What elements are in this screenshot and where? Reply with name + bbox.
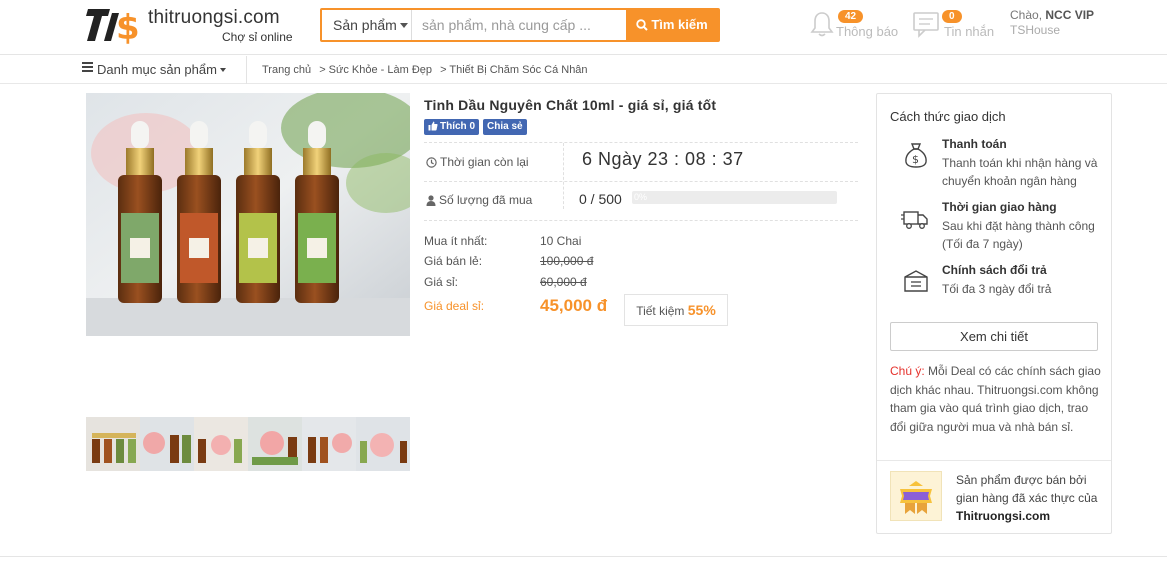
social-buttons: Thích 0 Chia sẻ — [424, 119, 527, 135]
facebook-like-button[interactable]: Thích 0 — [424, 119, 480, 135]
policy-description: Tối đa 3 ngày đổi trả — [942, 282, 1052, 296]
sold-quantity-label: Số lượng đã mua — [426, 193, 532, 207]
category-menu-label: Danh mục sản phẩm — [97, 62, 217, 77]
product-thumbnail[interactable] — [140, 417, 194, 471]
messages-label: Tin nhắn — [944, 24, 995, 39]
min-order-label: Mua ít nhất: — [424, 234, 488, 248]
retail-price-label: Giá bán lẻ: — [424, 254, 483, 268]
wholesale-price-value: 60,000 đ — [540, 275, 587, 289]
user-shop-name: TSHouse — [1010, 23, 1061, 37]
product-thumbnail[interactable] — [356, 417, 410, 471]
facebook-like-label: Thích 0 — [440, 121, 476, 132]
hamburger-icon — [82, 60, 93, 74]
divider — [877, 460, 1111, 461]
product-thumbnail[interactable] — [248, 417, 302, 471]
verified-seller-text: Sản phẩm được bán bởi gian hàng đã xác t… — [956, 471, 1106, 525]
nav-divider — [246, 56, 247, 84]
category-menu-button[interactable]: Danh mục sản phẩm — [82, 56, 226, 84]
user-menu[interactable]: Chào, NCC VIP TSHouse — [1010, 8, 1094, 38]
breadcrumb-item-home[interactable]: Trang chủ — [262, 64, 311, 76]
saving-badge: Tiết kiệm 55% — [624, 294, 728, 326]
facebook-share-label: Chia sẻ — [487, 121, 523, 132]
policy-note: Chú ý: Mỗi Deal có các chính sách giao d… — [890, 362, 1102, 436]
policy-panel-title: Cách thức giao dịch — [890, 109, 1006, 124]
deal-price-label: Giá deal sỉ: — [424, 299, 485, 313]
note-prefix: Chú ý: — [890, 364, 925, 378]
search-icon — [636, 19, 649, 31]
policy-heading: Chính sách đổi trả — [942, 263, 1047, 277]
retail-price-value: 100,000 đ — [540, 254, 594, 268]
delivery-truck-icon — [901, 211, 928, 229]
product-thumbnail[interactable] — [194, 417, 248, 471]
breadcrumb: Trang chủ > Sức Khỏe - Làm Đẹp > Thiết B… — [262, 56, 593, 84]
policy-item-payment: $ Thanh toán Thanh toán khi nhận hàng và… — [890, 137, 1105, 193]
divider — [563, 143, 564, 209]
sold-progress-text: 0% — [634, 192, 648, 202]
chevron-down-icon — [399, 23, 408, 28]
product-thumbnail-strip — [86, 417, 410, 471]
deal-price-value: 45,000 đ — [540, 296, 608, 315]
saving-percent: 55% — [687, 302, 716, 318]
wholesale-price-label: Giá sỉ: — [424, 275, 459, 289]
logo-mark-icon: $ — [86, 8, 140, 45]
product-title: Tinh Dầu Nguyên Chất 10ml - giá sỉ, giá … — [424, 97, 717, 113]
search-category-label: Sản phẩm — [333, 17, 397, 33]
svg-text:$: $ — [912, 153, 919, 166]
saving-label: Tiết kiệm — [636, 304, 685, 318]
min-order-value: 10 Chai — [540, 234, 582, 248]
breadcrumb-item-health-beauty[interactable]: > Sức Khỏe - Làm Đẹp — [319, 64, 432, 76]
verified-seller-brand: Thitruongsi.com — [956, 509, 1050, 523]
site-logo[interactable]: $ thitruongsi.com Chợ sỉ online — [86, 5, 306, 47]
logo-text: thitruongsi.com — [148, 7, 280, 28]
clock-icon — [426, 157, 437, 168]
search-input[interactable] — [414, 10, 628, 40]
logo-tagline: Chợ sỉ online — [222, 30, 293, 44]
search-bar: Sản phẩm Tìm kiếm — [320, 8, 720, 42]
product-main-image[interactable] — [86, 93, 410, 336]
sub-navigation: Danh mục sản phẩm Trang chủ > Sức Khỏe -… — [0, 56, 1167, 84]
user-name: NCC VIP — [1045, 8, 1095, 22]
sold-progress-bar: 0% — [632, 191, 837, 204]
time-remaining-label: Thời gian còn lại — [426, 155, 529, 169]
message-icon — [913, 12, 939, 38]
search-button-label: Tìm kiếm — [651, 17, 708, 32]
divider — [424, 181, 858, 182]
transaction-policy-panel: Cách thức giao dịch $ Thanh toán Thanh t… — [876, 93, 1112, 534]
user-greeting: Chào, — [1010, 8, 1043, 22]
notifications-link[interactable]: 42 Thông báo — [808, 10, 898, 44]
thumbs-up-icon — [428, 121, 438, 131]
policy-item-delivery: Thời gian giao hàng Sau khi đặt hàng thà… — [890, 200, 1105, 256]
deal-countdown: 6 Ngày 23 : 08 : 37 — [582, 149, 744, 169]
product-thumbnail[interactable] — [86, 417, 140, 471]
divider — [424, 220, 858, 221]
chevron-down-icon — [219, 68, 226, 72]
policy-heading: Thanh toán — [942, 137, 1007, 151]
search-category-select[interactable]: Sản phẩm — [322, 10, 412, 40]
verified-badge-icon — [890, 471, 942, 521]
bell-icon — [810, 12, 834, 37]
policy-description: Sau khi đặt hàng thành công (Tối đa 7 ng… — [942, 219, 1095, 251]
page-bottom-divider — [0, 556, 1167, 557]
notification-count-badge: 42 — [838, 10, 864, 23]
notifications-label: Thông báo — [836, 24, 899, 39]
view-details-button[interactable]: Xem chi tiết — [890, 322, 1098, 351]
svg-text:$: $ — [116, 8, 140, 45]
policy-item-return: Chính sách đổi trả Tối đa 3 ngày đổi trả — [890, 263, 1105, 303]
money-bag-icon: $ — [905, 143, 927, 168]
product-thumbnail[interactable] — [302, 417, 356, 471]
return-box-icon — [904, 270, 928, 292]
divider — [424, 142, 858, 143]
search-button[interactable]: Tìm kiếm — [626, 8, 718, 42]
message-count-badge: 0 — [942, 10, 962, 23]
messages-link[interactable]: 0 Tin nhắn — [912, 10, 1002, 44]
verified-seller-desc: Sản phẩm được bán bởi gian hàng đã xác t… — [956, 473, 1098, 505]
product-photo — [86, 93, 410, 336]
breadcrumb-item-personal-care[interactable]: > Thiết Bị Chăm Sóc Cá Nhân — [440, 64, 587, 76]
policy-heading: Thời gian giao hàng — [942, 200, 1057, 214]
facebook-share-button[interactable]: Chia sẻ — [483, 119, 527, 135]
top-header: $ thitruongsi.com Chợ sỉ online Sản phẩm… — [0, 0, 1167, 55]
sold-quantity-value: 0 / 500 — [579, 191, 622, 207]
user-icon — [426, 195, 436, 206]
policy-description: Thanh toán khi nhận hàng và chuyển khoản… — [942, 156, 1098, 188]
